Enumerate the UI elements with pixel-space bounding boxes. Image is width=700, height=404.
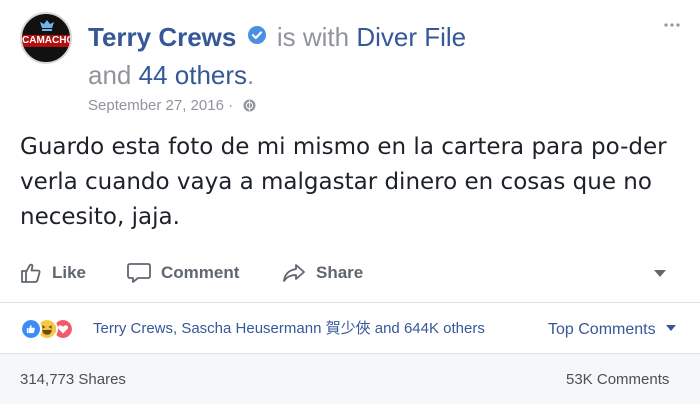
tagged-user-link[interactable]: Diver File — [356, 22, 466, 52]
date-separator: · — [228, 97, 234, 114]
post-date[interactable]: September 27, 2016 — [88, 97, 224, 114]
share-button[interactable]: Share — [282, 255, 363, 291]
author-name[interactable]: Terry Crews — [88, 22, 236, 52]
thumbs-up-icon — [21, 263, 41, 283]
like-button[interactable]: Like — [20, 255, 86, 291]
more-options-icon[interactable] — [662, 20, 682, 30]
avatar-logo-text: CAMACHO — [22, 35, 72, 46]
share-options-caret-icon[interactable] — [653, 268, 667, 278]
post-meta: September 27, 2016 · — [88, 96, 256, 116]
reaction-icons[interactable] — [20, 318, 92, 340]
like-label: Like — [52, 263, 87, 282]
others-link[interactable]: 44 others — [139, 60, 247, 90]
action-bar: Like Comment Share — [0, 255, 700, 291]
post-headline: Terry Crews is with Diver File and 44 ot… — [88, 18, 648, 94]
comment-label: Comment — [161, 263, 240, 282]
like-reaction-icon — [20, 318, 42, 340]
post-text: Guardo esta foto de mi mismo en la carte… — [20, 130, 680, 235]
and-text: and — [88, 60, 132, 90]
with-text: is with — [276, 22, 350, 52]
top-comments-dropdown[interactable]: Top Comments — [548, 320, 677, 340]
chevron-down-icon — [666, 325, 677, 331]
share-label: Share — [316, 263, 364, 282]
shares-count-link[interactable]: 314,773 Shares — [20, 370, 126, 390]
comments-count-link[interactable]: 53K Comments — [566, 370, 669, 390]
privacy-globe-icon[interactable] — [243, 99, 256, 112]
facebook-post: CAMACHO Terry Crews is with Diver File a… — [0, 0, 700, 404]
headline-period: . — [247, 60, 255, 90]
avatar-emblem-icon — [40, 20, 54, 31]
post-stats-footer: 314,773 Shares 53K Comments — [0, 354, 700, 404]
post-text-content: Guardo esta foto de mi mismo en la carte… — [20, 134, 667, 230]
author-avatar[interactable]: CAMACHO — [20, 12, 72, 64]
share-arrow-icon — [283, 264, 305, 282]
top-comments-label: Top Comments — [548, 321, 656, 338]
comment-bubble-icon — [127, 263, 151, 283]
reaction-names-link[interactable]: Terry Crews, Sascha Heusermann 賀少俠 and 6… — [93, 319, 485, 339]
comment-button[interactable]: Comment — [127, 255, 239, 291]
reactions-row: Terry Crews, Sascha Heusermann 賀少俠 and 6… — [0, 303, 700, 353]
verified-badge-icon — [247, 26, 266, 44]
